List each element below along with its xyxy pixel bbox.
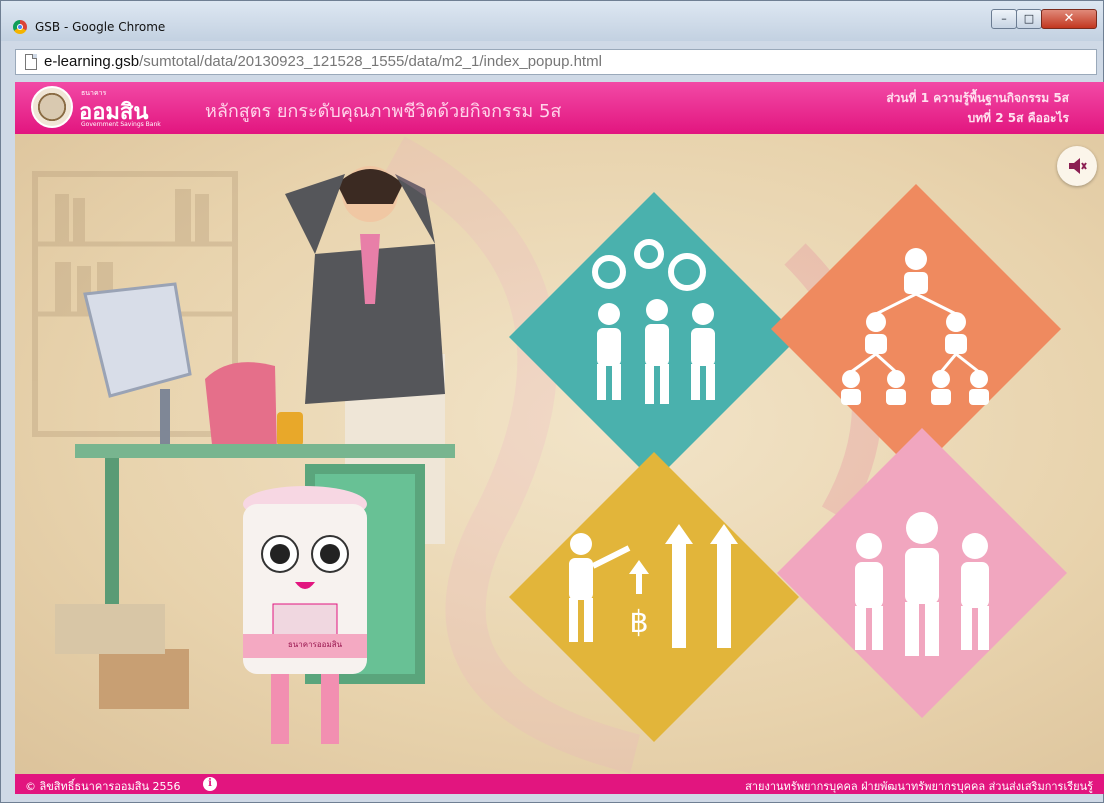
- tile-people[interactable]: [777, 428, 1067, 718]
- elearning-app: ธนาคาร ออมสิน Government Savings Bank หล…: [15, 82, 1104, 794]
- title-bar: GSB - Google Chrome – □ ✕: [1, 1, 1103, 41]
- minimize-icon: –: [1001, 12, 1007, 25]
- app-footer: © ลิขสิทธิ์ธนาคารออมสิน 2556 i สายงานทรั…: [15, 774, 1104, 794]
- department-text: สายงานทรัพยากรบุคคล ฝ่ายพัฒนาทรัพยากรบุค…: [745, 780, 1093, 793]
- lesson-stage: ธนาคารออมสิน ฿: [15, 134, 1104, 774]
- office-illustration: [32, 166, 455, 744]
- box-graphic: [99, 649, 189, 709]
- mug-graphic: [277, 412, 303, 446]
- close-icon: ✕: [1063, 11, 1075, 26]
- app-header: ธนาคาร ออมสิน Government Savings Bank หล…: [15, 82, 1104, 134]
- gsb-emblem-icon: [31, 86, 73, 128]
- info-icon[interactable]: i: [203, 777, 217, 791]
- logo-subtitle: Government Savings Bank: [81, 121, 161, 128]
- papers-graphic: [55, 604, 165, 654]
- tile-yellow-diamond: [509, 452, 799, 742]
- url-host: e-learning.gsb: [44, 53, 140, 70]
- chapter-title: บทที่ 2 5ส คืออะไร: [967, 111, 1069, 125]
- tile-growth[interactable]: ฿: [509, 452, 799, 742]
- chrome-icon: [13, 20, 27, 34]
- speaker-icon: [1069, 158, 1087, 174]
- computer-monitor-graphic: [83, 282, 192, 449]
- sound-toggle-button[interactable]: [1057, 146, 1097, 186]
- page-icon: [25, 54, 37, 70]
- browser-window: GSB - Google Chrome – □ ✕ e-learning.gsb…: [0, 0, 1104, 803]
- part-title: ส่วนที่ 1 ความรู้พื้นฐานกิจกรรม 5ส: [886, 91, 1069, 105]
- copyright-text: © ลิขสิทธิ์ธนาคารออมสิน 2556: [25, 780, 181, 793]
- mascot-label: ธนาคารออมสิน: [287, 640, 343, 649]
- mascot-graphic: [243, 486, 367, 744]
- baht-symbol: ฿: [629, 605, 648, 640]
- maximize-button[interactable]: □: [1016, 9, 1042, 29]
- url-text[interactable]: e-learning.gsb/sumtotal/data/20130923_12…: [44, 53, 602, 70]
- tile-team-gears[interactable]: [509, 192, 799, 482]
- window-title: GSB - Google Chrome: [35, 20, 166, 34]
- maximize-icon: □: [1023, 12, 1035, 25]
- close-button[interactable]: ✕: [1041, 9, 1097, 29]
- course-title: หลักสูตร ยกระดับคุณภาพชีวิตด้วยกิจกรรม 5…: [205, 101, 562, 122]
- address-bar[interactable]: e-learning.gsb/sumtotal/data/20130923_12…: [15, 49, 1097, 75]
- minimize-button[interactable]: –: [991, 9, 1017, 29]
- chair-graphic: [205, 362, 277, 454]
- url-path: /sumtotal/data/20130923_121528_1555/data…: [139, 53, 602, 70]
